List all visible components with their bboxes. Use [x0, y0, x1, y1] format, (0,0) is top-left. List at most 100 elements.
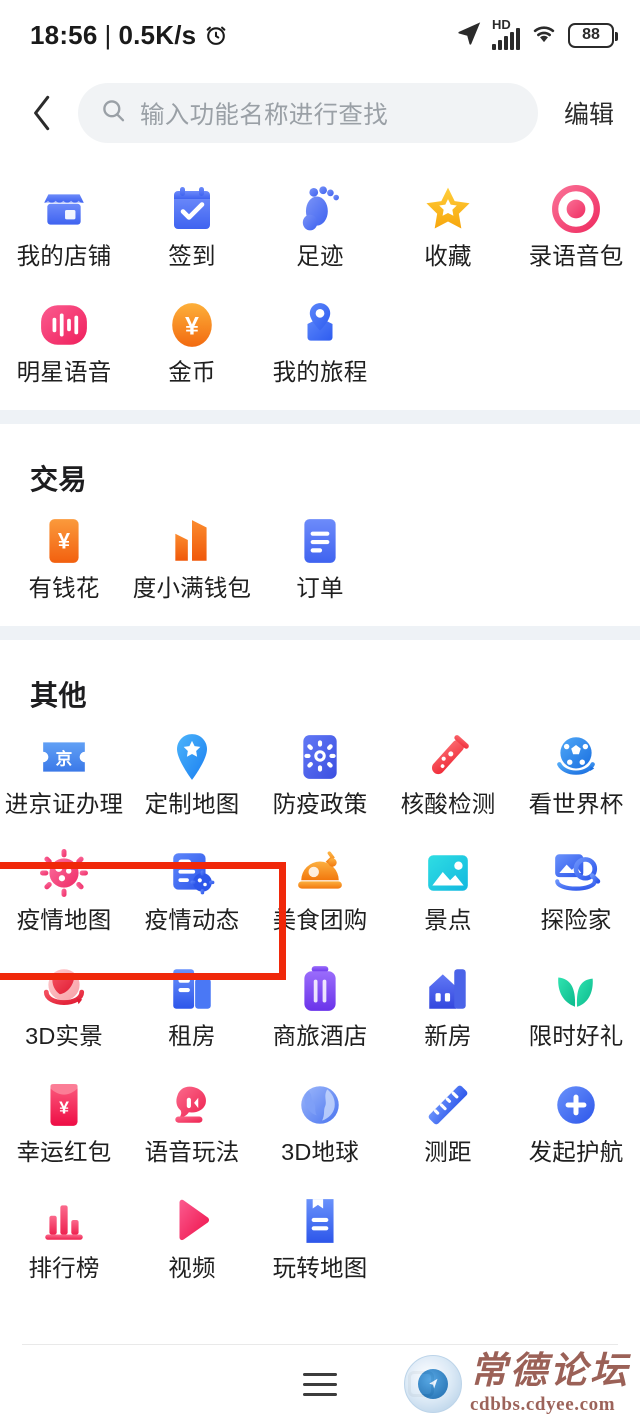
food-dome-icon	[293, 846, 347, 900]
wifi-icon	[529, 21, 559, 50]
app-item-label: 核酸检测	[400, 791, 496, 817]
app-item-ranking[interactable]: 排行榜	[0, 1184, 128, 1300]
grid-spacer	[512, 1184, 640, 1300]
app-item-label: 进京证办理	[4, 791, 124, 817]
search-placeholder: 输入功能名称进行查找	[140, 101, 388, 129]
app-item-food-groupon[interactable]: 美食团购	[256, 836, 384, 952]
coin-yuan-icon: ¥	[165, 298, 219, 352]
search-icon	[100, 97, 127, 129]
app-item-label: 疫情地图	[16, 907, 112, 933]
app-item-footprint[interactable]: 足迹	[256, 172, 384, 288]
route-pin-icon	[293, 298, 347, 352]
photo-mountain-icon	[421, 846, 475, 900]
app-item-business-hotel[interactable]: 商旅酒店	[256, 952, 384, 1068]
app-item-my-shop[interactable]: 我的店铺	[0, 172, 128, 288]
status-bar: 18:56 | 0.5K/s HD 88	[0, 0, 640, 70]
app-item-label: 度小满钱包	[132, 575, 252, 601]
wallet-icon	[165, 514, 219, 568]
app-item-nucleic-test[interactable]: 核酸检测	[384, 720, 512, 836]
app-item-3d-panorama[interactable]: 3D实景	[0, 952, 128, 1068]
app-item-label: 语音玩法	[144, 1139, 240, 1165]
app-item-label: 明星语音	[16, 359, 112, 385]
battery-indicator: 88	[568, 22, 618, 48]
speech-megaphone-icon	[165, 1078, 219, 1132]
app-item-label: 景点	[424, 907, 472, 933]
app-item-lucky-envelope[interactable]: ¥ 幸运红包	[0, 1068, 128, 1184]
app-item-label: 幸运红包	[16, 1139, 112, 1165]
svg-text:¥: ¥	[58, 528, 71, 553]
app-item-duxiaoman-wallet[interactable]: 度小满钱包	[128, 504, 256, 620]
app-item-youqianhua[interactable]: ¥ 有钱花	[0, 504, 128, 620]
edit-button[interactable]: 编辑	[556, 89, 616, 137]
app-item-label: 租房	[168, 1023, 216, 1049]
app-item-check-in[interactable]: 签到	[128, 172, 256, 288]
grid-spacer	[512, 288, 640, 404]
app-item-label: 新房	[424, 1023, 472, 1049]
app-item-start-escort[interactable]: 发起护航	[512, 1068, 640, 1184]
svg-text:¥: ¥	[185, 312, 199, 340]
status-bar-right: HD 88	[456, 18, 618, 51]
app-item-rent-house[interactable]: 租房	[128, 952, 256, 1068]
status-time: 18:56	[30, 19, 98, 50]
app-item-star-voice[interactable]: 明星语音	[0, 288, 128, 404]
app-item-my-trip[interactable]: 我的旅程	[256, 288, 384, 404]
forum-logo-icon	[404, 1354, 462, 1413]
soccer-ball-icon	[549, 730, 603, 784]
app-item-measure-distance[interactable]: 测距	[384, 1068, 512, 1184]
order-list-icon	[293, 514, 347, 568]
app-item-beijing-permit[interactable]: 京 进京证办理	[0, 720, 128, 836]
app-item-3d-earth[interactable]: 3D地球	[256, 1068, 384, 1184]
app-item-label: 足迹	[296, 243, 344, 269]
app-item-new-house[interactable]: 新房	[384, 952, 512, 1068]
ruler-icon	[421, 1078, 475, 1132]
cellular-signal-icon: HD	[492, 18, 520, 50]
app-item-orders[interactable]: 订单	[256, 504, 384, 620]
jing-permit-icon: 京	[37, 730, 91, 784]
app-item-label: 商旅酒店	[272, 1023, 368, 1049]
app-item-label: 收藏	[424, 243, 472, 269]
app-item-limited-gift[interactable]: 限时好礼	[512, 952, 640, 1068]
app-item-favorites[interactable]: 收藏	[384, 172, 512, 288]
watermark-text: 常德论坛 cdbbs.cdyee.com	[470, 1353, 630, 1414]
app-item-video[interactable]: 视频	[128, 1184, 256, 1300]
app-item-voice-play[interactable]: 语音玩法	[128, 1068, 256, 1184]
section-divider	[0, 626, 640, 640]
search-input[interactable]: 输入功能名称进行查找	[78, 83, 538, 143]
red-envelope-icon: ¥	[37, 1078, 91, 1132]
back-button[interactable]	[18, 83, 66, 143]
footprint-icon	[293, 182, 347, 236]
watermark-url: cdbbs.cdyee.com	[470, 1394, 616, 1415]
app-item-label: 疫情动态	[144, 907, 240, 933]
app-item-label: 发起护航	[528, 1139, 624, 1165]
app-item-label: 录语音包	[528, 243, 624, 269]
app-item-label: 3D实景	[25, 1023, 103, 1049]
section-title-transactions: 交易	[30, 464, 88, 495]
section-divider	[0, 410, 640, 424]
bottom-divider	[22, 1344, 618, 1345]
grid-spacer	[384, 1184, 512, 1300]
app-item-epidemic-policy[interactable]: 防疫政策	[256, 720, 384, 836]
alarm-clock-icon	[203, 22, 229, 48]
app-item-map-guide[interactable]: 玩转地图	[256, 1184, 384, 1300]
app-item-epidemic-news[interactable]: 疫情动态	[128, 836, 256, 952]
virus-report-icon	[165, 846, 219, 900]
app-item-coins[interactable]: ¥ 金币	[128, 288, 256, 404]
map-book-icon	[293, 1194, 347, 1248]
app-item-epidemic-map[interactable]: 疫情地图	[0, 836, 128, 952]
grid-transactions: ¥ 有钱花 度小满钱包 订单	[0, 504, 640, 620]
leaf-sprout-icon	[549, 962, 603, 1016]
app-item-custom-map[interactable]: 定制地图	[128, 720, 256, 836]
app-item-attractions[interactable]: 景点	[384, 836, 512, 952]
grid-spacer	[384, 504, 512, 620]
shop-icon	[37, 182, 91, 236]
app-item-explorer[interactable]: 探险家	[512, 836, 640, 952]
section-transactions: 交易 ¥ 有钱花 度小满钱包 订单	[0, 424, 640, 626]
svg-text:京: 京	[56, 748, 73, 768]
app-item-label: 防疫政策	[272, 791, 368, 817]
yuan-card-icon: ¥	[37, 514, 91, 568]
app-item-label: 限时好礼	[528, 1023, 624, 1049]
status-separator: |	[104, 19, 112, 50]
app-item-record-voice[interactable]: 录语音包	[512, 172, 640, 288]
app-item-world-cup[interactable]: 看世界杯	[512, 720, 640, 836]
3d-panorama-globe-icon	[37, 962, 91, 1016]
